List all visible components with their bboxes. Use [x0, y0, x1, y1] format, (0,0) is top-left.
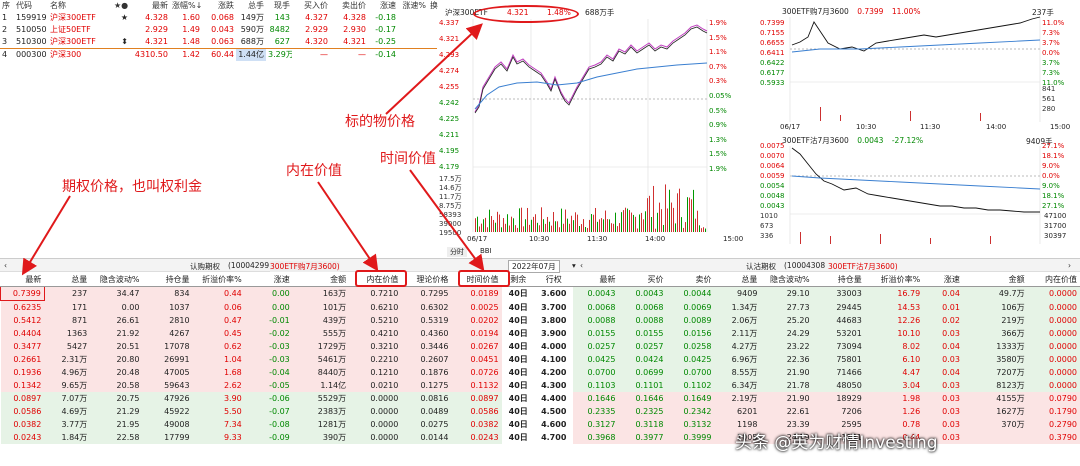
watermark: 头条 @英为财情Investing	[735, 433, 938, 453]
annotation-arrows	[21, 23, 485, 276]
